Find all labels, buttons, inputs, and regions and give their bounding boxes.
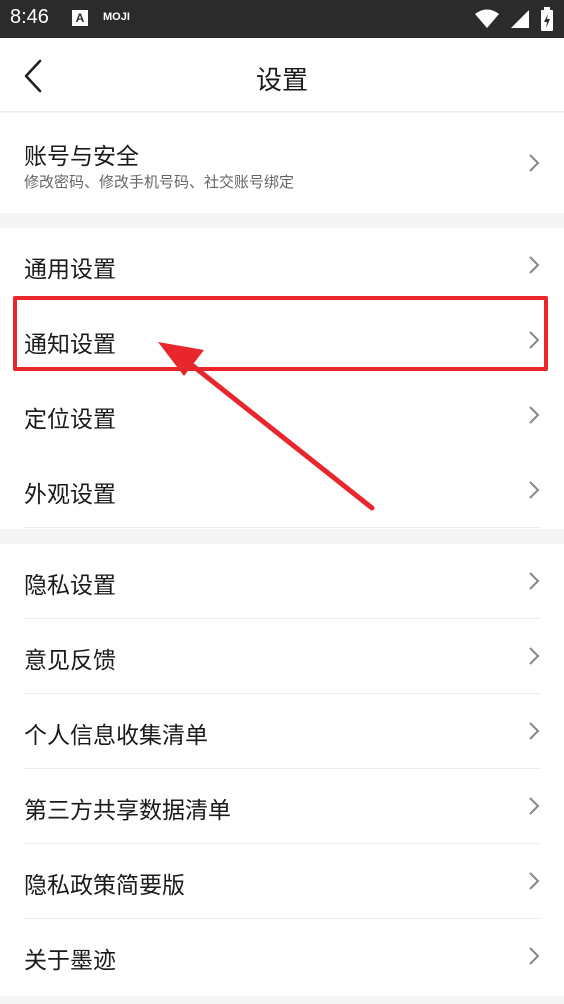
settings-item-privacy-policy[interactable]: 隐私政策简要版 [0,844,564,919]
settings-item-location[interactable]: 定位设置 [0,378,564,453]
settings-item-label: 意见反馈 [24,648,116,674]
battery-icon [541,7,553,31]
settings-item-label: 定位设置 [24,407,116,433]
settings-item-feedback[interactable]: 意见反馈 [0,619,564,694]
settings-item-appearance[interactable]: 外观设置 [0,453,564,528]
settings-item-general[interactable]: 通用设置 [0,228,564,303]
settings-item-label: 隐私政策简要版 [24,873,185,899]
chevron-right-icon [529,331,540,349]
settings-item-label: 第三方共享数据清单 [24,798,231,824]
settings-item-third-party-data[interactable]: 第三方共享数据清单 [0,769,564,844]
chevron-right-icon [529,256,540,274]
divider [24,527,540,528]
chevron-right-icon [529,947,540,965]
settings-item-privacy[interactable]: 隐私设置 [0,544,564,619]
account-security-label: 账号与安全 [24,144,139,170]
signal-icon [511,10,529,28]
settings-item-notification[interactable]: 通知设置 [0,303,564,378]
chevron-right-icon [529,154,540,172]
chevron-right-icon [529,722,540,740]
status-time: 8:46 [10,6,49,28]
account-security-subtitle: 修改密码、修改手机号码、社交账号绑定 [24,173,295,191]
header-bar: 设置 [0,38,564,112]
settings-item-about[interactable]: 关于墨迹 [0,919,564,994]
wifi-icon [475,9,499,28]
page-title: 设置 [255,66,308,96]
chevron-right-icon [529,872,540,890]
settings-item-label: 通知设置 [24,332,116,358]
settings-item-label: 隐私设置 [24,573,116,599]
settings-item-personal-info[interactable]: 个人信息收集清单 [0,694,564,769]
privacy-section: 隐私设置 意见反馈 个人信息收集清单 第三方共享数据清单 隐私政策简要版 关于墨… [0,544,564,996]
status-app-name: MOJI [103,11,130,23]
settings-item-label: 关于墨迹 [24,948,116,974]
general-section: 通用设置 通知设置 定位设置 外观设置 [0,228,564,529]
settings-item-label: 外观设置 [24,482,116,508]
settings-item-label: 通用设置 [24,257,116,283]
account-security-item[interactable]: 账号与安全 修改密码、修改手机号码、社交账号绑定 [0,113,564,213]
chevron-right-icon [529,572,540,590]
status-icons [474,7,554,31]
chevron-right-icon [529,797,540,815]
app-badge-icon: A [72,10,88,26]
status-bar: 8:46 A MOJI [0,0,564,38]
account-section: 账号与安全 修改密码、修改手机号码、社交账号绑定 [0,113,564,213]
chevron-right-icon [529,481,540,499]
chevron-right-icon [529,406,540,424]
settings-item-label: 个人信息收集清单 [24,723,208,749]
chevron-right-icon [529,647,540,665]
